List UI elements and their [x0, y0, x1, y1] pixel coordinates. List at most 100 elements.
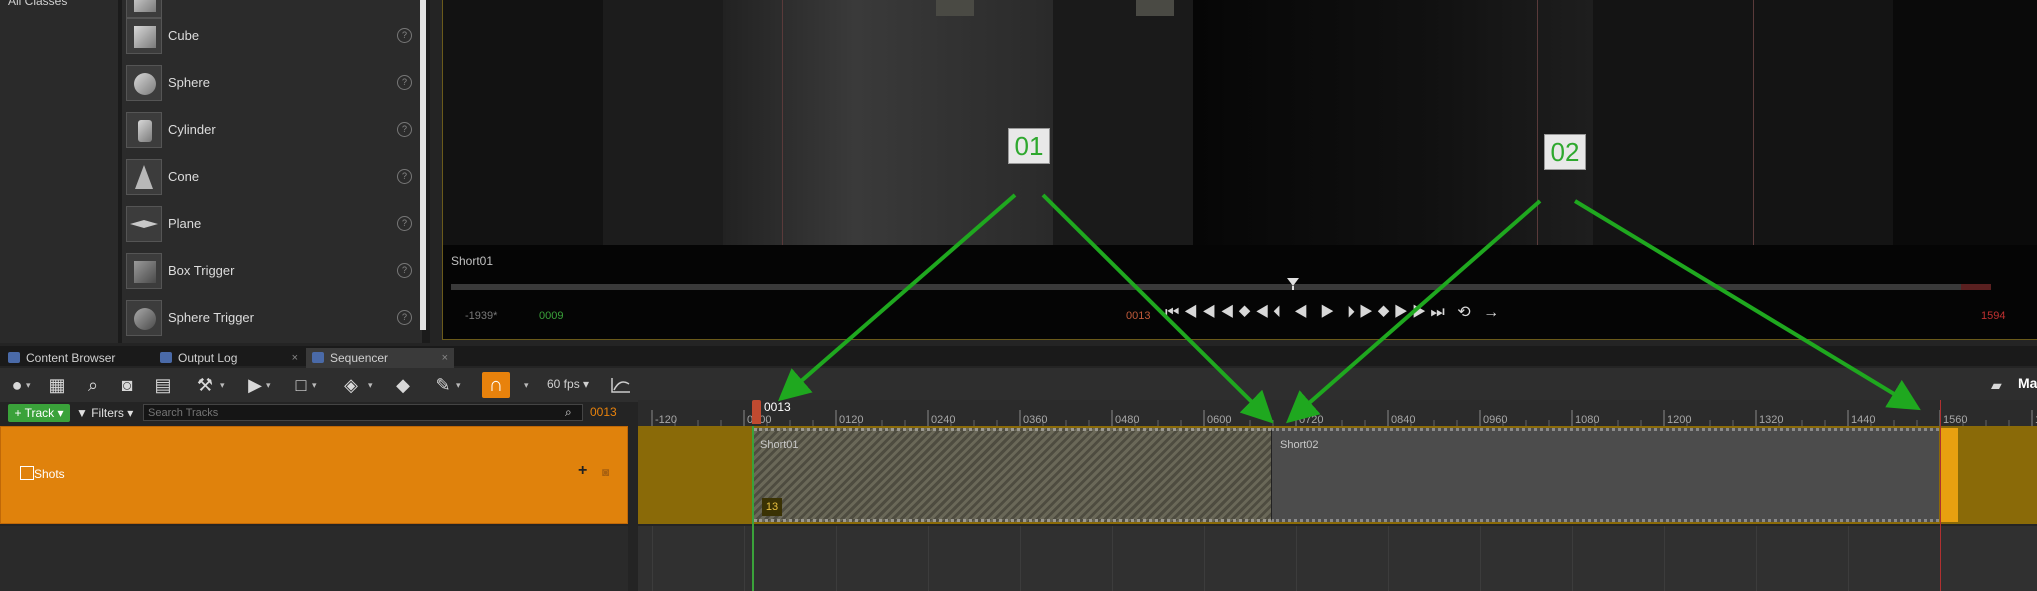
- ruler-tick-label: 1560: [1943, 414, 1968, 426]
- place-item-cone[interactable]: Cone ?: [122, 155, 418, 199]
- place-item-box-trigger[interactable]: Box Trigger ?: [122, 249, 418, 293]
- ruler-tick-label: 1080: [1575, 414, 1600, 426]
- ruler-tick-label: 1200: [1667, 414, 1692, 426]
- folder-open-icon[interactable]: ▰: [1991, 377, 2002, 394]
- ruler-tick-label: 0360: [1023, 414, 1048, 426]
- settings-wrench-icon[interactable]: ⚒: [194, 374, 216, 396]
- render-movie-icon[interactable]: ▤: [152, 374, 174, 396]
- help-icon[interactable]: ?: [397, 169, 412, 184]
- add-shot-button[interactable]: +: [578, 462, 587, 480]
- camera-icon[interactable]: ◙: [116, 374, 138, 396]
- output-log-icon: [160, 352, 172, 363]
- help-icon[interactable]: ?: [397, 28, 412, 43]
- playback-scrub-bar[interactable]: [451, 278, 1991, 290]
- search-icon[interactable]: ⌕: [82, 374, 104, 396]
- curve-editor-icon[interactable]: [610, 376, 632, 394]
- frame-rate-dropdown[interactable]: 60 fps ▾: [547, 377, 589, 391]
- ruler-tick-label: 1440: [1851, 414, 1876, 426]
- shot-section-short01[interactable]: Short01: [754, 428, 1271, 522]
- callout-02: 02: [1544, 134, 1586, 170]
- playhead-handle[interactable]: [752, 400, 761, 424]
- tab-content-browser[interactable]: Content Browser: [2, 348, 152, 368]
- cube-icon: [126, 18, 162, 54]
- viewport-scene: 01 02: [443, 0, 2037, 245]
- in-frame: 0009: [539, 310, 564, 322]
- selection-icon[interactable]: □: [290, 374, 312, 396]
- transport-controls[interactable]: ⏮◀◀◀◆◀⏴ ◀ ▶ ⏵▶◆▶▶⏭ ⟲ →: [1165, 302, 1503, 326]
- place-list-scrollbar[interactable]: [420, 0, 426, 330]
- place-item-cube[interactable]: Cube ?: [122, 14, 418, 58]
- tab-output-log[interactable]: Output Log ×: [154, 348, 304, 368]
- end-range-line: [1940, 400, 1941, 591]
- ceiling-light: [1136, 0, 1174, 16]
- cinematic-viewport[interactable]: 01 02 Short01 -1939* 0009 0013 ⏮◀◀◀◆◀⏴ ◀…: [442, 0, 2037, 340]
- ruler-tick-label: 1320: [1759, 414, 1784, 426]
- sequencer-icon: [312, 352, 324, 363]
- chevron-down-icon[interactable]: ▾: [456, 380, 461, 391]
- category-sidebar[interactable]: All Classes: [0, 0, 118, 343]
- category-all-classes[interactable]: All Classes: [8, 0, 67, 8]
- track-outliner-empty: [0, 526, 628, 591]
- fps-label: 60 fps: [547, 377, 580, 391]
- filters-button[interactable]: ▼ Filters ▾: [76, 404, 133, 422]
- add-track-button[interactable]: + Track ▾: [8, 404, 70, 422]
- place-item-label: Cube: [168, 28, 200, 43]
- cylinder-icon: [126, 112, 162, 148]
- search-icon[interactable]: ⌕: [565, 405, 572, 420]
- cone-icon: [126, 159, 162, 195]
- help-icon[interactable]: ?: [397, 216, 412, 231]
- current-frame: 0013: [1126, 310, 1151, 322]
- box-trigger-icon: [126, 253, 162, 289]
- scrub-position-icon[interactable]: [1287, 278, 1299, 290]
- chevron-down-icon[interactable]: ▾: [26, 380, 31, 391]
- place-item-label: Plane: [168, 216, 202, 231]
- ruler-tick-label: 0840: [1391, 414, 1416, 426]
- playback-icon[interactable]: ▶: [244, 374, 266, 396]
- ruler-tick-label: 0600: [1207, 414, 1232, 426]
- help-icon[interactable]: ?: [397, 263, 412, 278]
- ruler-tick-label: 0720: [1299, 414, 1324, 426]
- place-item-cylinder[interactable]: Cylinder ?: [122, 108, 418, 152]
- ruler-tick-label: 0960: [1483, 414, 1508, 426]
- place-item-plane[interactable]: Plane ?: [122, 202, 418, 246]
- place-item-sphere[interactable]: Sphere ?: [122, 61, 418, 105]
- tab-label: Content Browser: [26, 351, 116, 365]
- content-browser-icon: [8, 352, 20, 363]
- key-icon[interactable]: ◈: [340, 374, 362, 396]
- help-icon[interactable]: ?: [397, 122, 412, 137]
- search-tracks-input[interactable]: [143, 404, 583, 421]
- chevron-down-icon[interactable]: ▾: [312, 380, 317, 391]
- world-icon[interactable]: ●: [6, 374, 28, 396]
- tab-sequencer[interactable]: Sequencer ×: [306, 348, 454, 368]
- place-item-sphere-trigger[interactable]: Sphere Trigger ?: [122, 296, 418, 340]
- toolbar-right-label: Ma: [2018, 375, 2037, 391]
- chevron-down-icon[interactable]: ▾: [368, 380, 373, 391]
- chevron-down-icon[interactable]: ▾: [220, 380, 225, 391]
- place-item-label: Box Trigger: [168, 263, 235, 278]
- save-icon[interactable]: ▦: [46, 374, 68, 396]
- ceiling-light: [936, 0, 974, 16]
- chevron-down-icon[interactable]: ▾: [524, 380, 529, 391]
- close-icon[interactable]: ×: [442, 348, 448, 368]
- place-item-label: Cylinder: [168, 122, 216, 137]
- shots-track-header[interactable]: [0, 426, 628, 524]
- auto-key-icon[interactable]: ◆: [392, 374, 414, 396]
- help-icon[interactable]: ?: [397, 310, 412, 325]
- tab-label: Output Log: [178, 351, 238, 365]
- help-icon[interactable]: ?: [397, 75, 412, 90]
- playhead-line: [752, 426, 754, 591]
- place-item-label: Sphere Trigger: [168, 310, 254, 325]
- current-frame-field[interactable]: 0013: [590, 405, 617, 419]
- section-label: Short01: [760, 439, 799, 451]
- edit-brush-icon[interactable]: ✎: [432, 374, 454, 396]
- track-area-empty: [638, 526, 2037, 591]
- chevron-down-icon[interactable]: ▾: [266, 380, 271, 391]
- tab-label: Sequencer: [330, 351, 389, 365]
- plane-icon: [126, 206, 162, 242]
- camera-cut-icon[interactable]: ◙: [602, 465, 609, 479]
- shot-section-short02[interactable]: Short02: [1271, 428, 1939, 522]
- snap-magnet-icon[interactable]: ∩: [482, 372, 510, 398]
- close-icon[interactable]: ×: [292, 348, 298, 368]
- end-range-marker[interactable]: [1940, 428, 1958, 522]
- viewport-shot-name: Short01: [451, 254, 494, 268]
